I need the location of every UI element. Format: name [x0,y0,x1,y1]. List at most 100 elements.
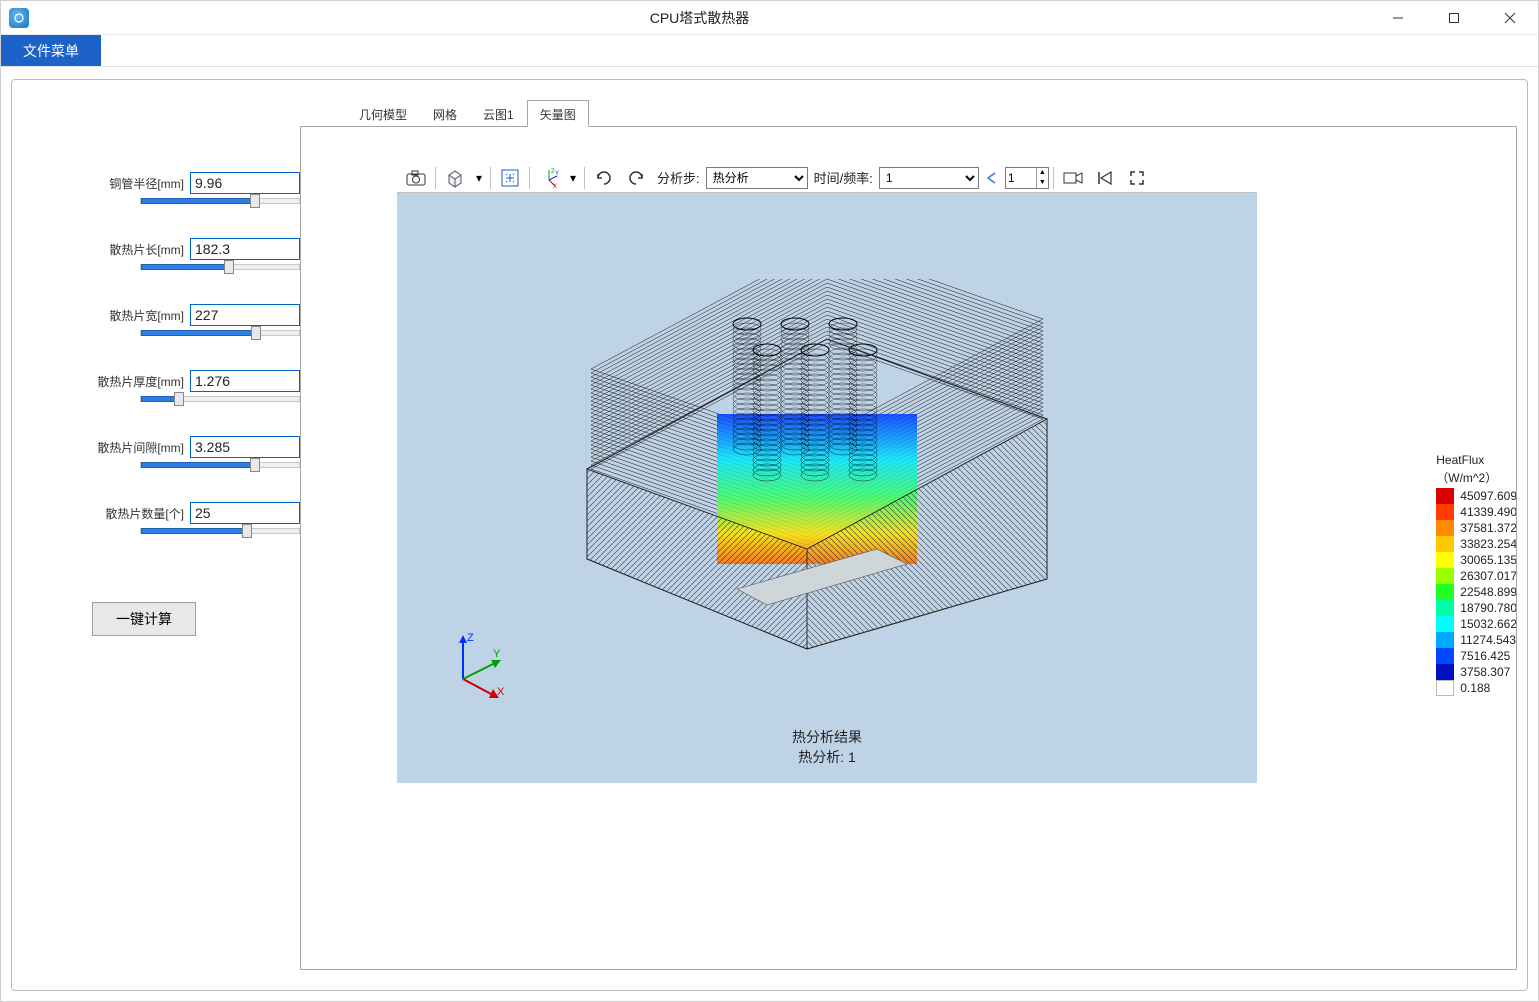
titlebar: CPU塔式散热器 [1,1,1538,35]
legend-unit: （W/m^2） [1436,469,1517,486]
legend-row: 45097.609 [1436,488,1517,504]
tab[interactable]: 网格 [420,100,470,127]
result-labels: 热分析结果 热分析: 1 [792,727,862,767]
param-label: 散热片数量[个] [105,505,184,522]
legend-swatch [1436,632,1454,648]
legend-value: 45097.609 [1460,489,1517,503]
param-label: 铜管半径[mm] [109,175,184,192]
rotate-cw-icon[interactable] [589,165,619,191]
window-title: CPU塔式散热器 [29,8,1370,28]
result-title: 热分析结果 [792,727,862,747]
frame-spin-input[interactable] [1006,168,1036,188]
legend-row: 7516.425 [1436,648,1517,664]
window-controls [1370,1,1538,35]
minimize-button[interactable] [1370,1,1426,35]
viewer-frame: ▾ ZYX ▾ [300,126,1517,970]
frame-spin[interactable]: ▲▼ [1005,167,1049,189]
legend-row: 37581.372 [1436,520,1517,536]
param-row: 铜管半径[mm] [40,172,300,204]
viewer-canvas[interactable]: ▾ ZYX ▾ [397,163,1257,783]
legend-title: HeatFlux [1436,453,1517,467]
inner-frame: 铜管半径[mm] 散热片长[mm] 散热片宽[mm] 散热片厚度[mm] 散热片间隙[m… [11,79,1528,991]
menubar: 文件菜单 [1,35,1538,67]
param-slider[interactable] [140,396,300,402]
skip-first-icon[interactable] [1090,165,1120,191]
legend-row: 33823.254 [1436,536,1517,552]
record-icon[interactable] [1058,165,1088,191]
legend-value: 11274.543 [1460,633,1516,647]
camera-icon[interactable] [401,165,431,191]
tab[interactable]: 云图1 [470,100,527,127]
legend-swatch [1436,504,1454,520]
param-row: 散热片厚度[mm] [40,370,300,402]
legend-row: 3758.307 [1436,664,1517,680]
calculate-button[interactable]: 一键计算 [92,602,196,636]
rotate-ccw-icon[interactable] [621,165,651,191]
param-input[interactable] [190,502,300,524]
legend-value: 26307.017 [1460,569,1517,583]
param-input[interactable] [190,238,300,260]
param-slider[interactable] [140,462,300,468]
app-window: CPU塔式散热器 文件菜单 铜管半径[mm] 散热片长[mm] 散热片宽[mm] 散热… [0,0,1539,1002]
legend-row: 0.188 [1436,680,1517,696]
param-slider[interactable] [140,330,300,336]
menu-file[interactable]: 文件菜单 [1,35,101,66]
legend-value: 0.188 [1460,681,1490,695]
param-input[interactable] [190,304,300,326]
param-input[interactable] [190,436,300,458]
main-panel: 几何模型网格云图1矢量图 ▾ [300,100,1517,970]
param-slider[interactable] [140,264,300,270]
param-row: 散热片间隙[mm] [40,436,300,468]
param-input[interactable] [190,370,300,392]
view-cube-icon[interactable] [440,165,470,191]
param-slider[interactable] [140,198,300,204]
legend-value: 15032.662 [1460,617,1517,631]
app-icon [9,8,29,28]
param-input[interactable] [190,172,300,194]
legend-row: 15032.662 [1436,616,1517,632]
param-slider[interactable] [140,528,300,534]
legend-row: 22548.899 [1436,584,1517,600]
legend-swatch [1436,552,1454,568]
spin-up-icon[interactable]: ▲ [1037,168,1048,178]
model-3d-view [577,279,1057,659]
param-label: 散热片厚度[mm] [97,373,184,390]
svg-text:Z: Z [467,632,474,644]
time-freq-label: 时间/频率: [814,168,873,187]
param-label: 散热片长[mm] [109,241,184,258]
legend-row: 11274.543 [1436,632,1517,648]
legend-value: 37581.372 [1460,521,1517,535]
legend-swatch [1436,584,1454,600]
spin-down-icon[interactable]: ▼ [1037,178,1048,188]
legend-row: 26307.017 [1436,568,1517,584]
legend-value: 30065.135 [1460,553,1517,567]
legend-value: 3758.307 [1460,665,1510,679]
tab[interactable]: 几何模型 [346,100,420,127]
axis-gizmo: Z Y X [443,629,517,703]
close-button[interactable] [1482,1,1538,35]
axis-orient-icon[interactable]: ZYX [534,165,564,191]
result-sub: 热分析: 1 [792,747,862,767]
time-freq-select[interactable]: 1 [879,167,979,189]
legend-value: 33823.254 [1460,537,1517,551]
svg-text:X: X [553,184,557,188]
tab[interactable]: 矢量图 [527,100,589,127]
legend-swatch [1436,600,1454,616]
legend-value: 22548.899 [1460,585,1517,599]
legend-swatch [1436,680,1454,696]
param-label: 散热片宽[mm] [109,307,184,324]
param-row: 散热片宽[mm] [40,304,300,336]
tabs: 几何模型网格云图1矢量图 [300,100,1517,126]
step-back-icon[interactable] [981,165,1003,191]
analysis-step-select[interactable]: 热分析 [706,167,808,189]
legend-value: 41339.490 [1460,505,1517,519]
expand-icon[interactable] [1122,165,1152,191]
maximize-button[interactable] [1426,1,1482,35]
analysis-step-label: 分析步: [657,168,700,187]
view-cube-dropdown-icon[interactable]: ▾ [472,165,486,191]
legend-row: 41339.490 [1436,504,1517,520]
legend-swatch [1436,616,1454,632]
fit-view-icon[interactable] [495,165,525,191]
legend-row: 30065.135 [1436,552,1517,568]
axis-orient-dropdown-icon[interactable]: ▾ [566,165,580,191]
